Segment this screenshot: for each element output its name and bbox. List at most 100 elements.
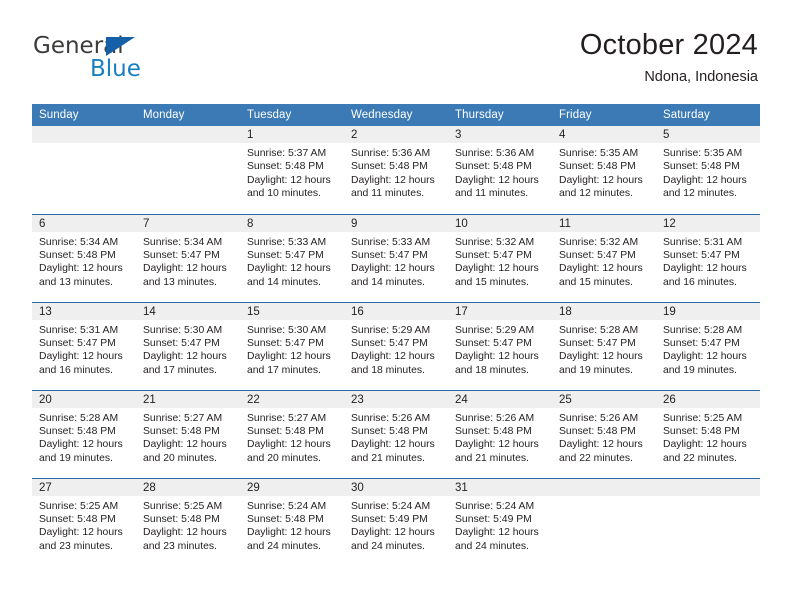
sunset-time: Sunset: 5:48 PM <box>247 513 324 525</box>
calendar-day-cell[interactable]: 27 Sunrise: 5:25 AM Sunset: 5:48 PM Dayligh… <box>32 477 136 566</box>
day-details: Sunrise: 5:27 AM Sunset: 5:48 PM Daylight:… <box>240 408 344 466</box>
calendar-day-cell[interactable]: 29 Sunrise: 5:24 AM Sunset: 5:48 PM Dayligh… <box>240 477 344 566</box>
daylight-duration-line2: and 13 minutes. <box>143 276 217 288</box>
sunrise-time: Sunrise: 5:37 AM <box>247 148 327 159</box>
daylight-duration-line1: Daylight: 12 hours <box>351 263 435 275</box>
daylight-duration-line2: and 17 minutes. <box>247 364 321 376</box>
calendar-week-row: 27 Sunrise: 5:25 AM Sunset: 5:48 PM Dayligh… <box>32 477 760 566</box>
daylight-duration-line1: Daylight: 12 hours <box>559 351 643 363</box>
calendar-day-cell[interactable]: 20 Sunrise: 5:28 AM Sunset: 5:48 PM Dayligh… <box>32 389 136 478</box>
calendar-day-cell[interactable]: 19 Sunrise: 5:28 AM Sunset: 5:47 PM Dayligh… <box>656 301 760 390</box>
day-number: 31 <box>448 478 552 496</box>
sunset-time: Sunset: 5:48 PM <box>351 425 428 437</box>
page-header: General Blue October 2024 Ndona, Indones… <box>0 0 792 104</box>
day-details: Sunrise: 5:34 AM Sunset: 5:48 PM Daylight:… <box>32 232 136 290</box>
day-number: 25 <box>552 390 656 408</box>
weekday-header-tuesday: Tuesday <box>240 104 344 126</box>
day-details: Sunrise: 5:29 AM Sunset: 5:47 PM Daylight:… <box>344 320 448 378</box>
calendar-day-cell[interactable]: 13 Sunrise: 5:31 AM Sunset: 5:47 PM Dayligh… <box>32 301 136 390</box>
sunrise-time: Sunrise: 5:28 AM <box>559 324 639 336</box>
sunset-time: Sunset: 5:48 PM <box>559 425 636 437</box>
day-number: 30 <box>344 478 448 496</box>
daylight-duration-line1: Daylight: 12 hours <box>247 527 331 539</box>
calendar-day-cell[interactable]: 2 Sunrise: 5:36 AM Sunset: 5:48 PM Daylight… <box>344 126 448 214</box>
daylight-duration-line2: and 24 minutes. <box>247 540 321 552</box>
calendar-day-cell[interactable]: 10 Sunrise: 5:32 AM Sunset: 5:47 PM Dayligh… <box>448 213 552 302</box>
daylight-duration-line1: Daylight: 12 hours <box>143 527 227 539</box>
title-block: October 2024 Ndona, Indonesia <box>580 28 758 86</box>
calendar-day-cell[interactable]: 17 Sunrise: 5:29 AM Sunset: 5:47 PM Dayligh… <box>448 301 552 390</box>
calendar-day-cell[interactable]: 6 Sunrise: 5:34 AM Sunset: 5:48 PM Daylight… <box>32 213 136 302</box>
daylight-duration-line2: and 16 minutes. <box>663 276 737 288</box>
calendar-day-cell[interactable]: 31 Sunrise: 5:24 AM Sunset: 5:49 PM Dayligh… <box>448 477 552 566</box>
calendar-day-cell[interactable]: 22 Sunrise: 5:27 AM Sunset: 5:48 PM Dayligh… <box>240 389 344 478</box>
calendar-day-cell[interactable]: 9 Sunrise: 5:33 AM Sunset: 5:47 PM Daylight… <box>344 213 448 302</box>
weekday-header-monday: Monday <box>136 104 240 126</box>
day-number: 1 <box>240 126 344 143</box>
day-details <box>136 143 240 147</box>
day-number: 2 <box>344 126 448 143</box>
sunrise-time: Sunrise: 5:32 AM <box>559 236 639 248</box>
day-number: 12 <box>656 214 760 232</box>
calendar-day-cell[interactable]: 1 Sunrise: 5:37 AM Sunset: 5:48 PM Daylight… <box>240 126 344 214</box>
calendar-day-cell[interactable]: 28 Sunrise: 5:25 AM Sunset: 5:48 PM Dayligh… <box>136 477 240 566</box>
calendar-day-cell[interactable]: 30 Sunrise: 5:24 AM Sunset: 5:49 PM Dayligh… <box>344 477 448 566</box>
calendar-day-cell[interactable]: 12 Sunrise: 5:31 AM Sunset: 5:47 PM Dayligh… <box>656 213 760 302</box>
day-number <box>32 126 136 143</box>
daylight-duration-line1: Daylight: 12 hours <box>39 527 123 539</box>
day-details: Sunrise: 5:28 AM Sunset: 5:47 PM Daylight:… <box>552 320 656 378</box>
calendar-day-cell[interactable]: 5 Sunrise: 5:35 AM Sunset: 5:48 PM Daylight… <box>656 126 760 214</box>
sunset-time: Sunset: 5:47 PM <box>247 249 324 261</box>
daylight-duration-line1: Daylight: 12 hours <box>559 263 643 275</box>
sunset-time: Sunset: 5:47 PM <box>559 249 636 261</box>
calendar-day-cell[interactable]: 25 Sunrise: 5:26 AM Sunset: 5:48 PM Dayligh… <box>552 389 656 478</box>
calendar-week-row: 6 Sunrise: 5:34 AM Sunset: 5:48 PM Daylight… <box>32 213 760 302</box>
calendar-day-cell[interactable]: 24 Sunrise: 5:26 AM Sunset: 5:48 PM Dayligh… <box>448 389 552 478</box>
calendar-day-cell[interactable]: 7 Sunrise: 5:34 AM Sunset: 5:47 PM Daylight… <box>136 213 240 302</box>
sunset-time: Sunset: 5:47 PM <box>143 337 220 349</box>
sunset-time: Sunset: 5:48 PM <box>39 513 116 525</box>
calendar-day-cell[interactable]: 16 Sunrise: 5:29 AM Sunset: 5:47 PM Dayligh… <box>344 301 448 390</box>
day-number: 18 <box>552 302 656 320</box>
day-details: Sunrise: 5:31 AM Sunset: 5:47 PM Daylight:… <box>656 232 760 290</box>
day-number <box>136 126 240 143</box>
day-details: Sunrise: 5:25 AM Sunset: 5:48 PM Daylight:… <box>32 496 136 554</box>
calendar-day-cell[interactable]: 15 Sunrise: 5:30 AM Sunset: 5:47 PM Dayligh… <box>240 301 344 390</box>
weekday-header-wednesday: Wednesday <box>344 104 448 126</box>
sunset-time: Sunset: 5:48 PM <box>663 161 740 173</box>
daylight-duration-line2: and 21 minutes. <box>455 452 529 464</box>
sunrise-time: Sunrise: 5:25 AM <box>143 500 223 512</box>
sunrise-time: Sunrise: 5:24 AM <box>351 500 431 512</box>
calendar-day-cell[interactable]: 18 Sunrise: 5:28 AM Sunset: 5:47 PM Dayligh… <box>552 301 656 390</box>
sunrise-time: Sunrise: 5:28 AM <box>39 412 119 424</box>
daylight-duration-line1: Daylight: 12 hours <box>663 439 747 451</box>
calendar-day-cell[interactable]: 21 Sunrise: 5:27 AM Sunset: 5:48 PM Dayligh… <box>136 389 240 478</box>
day-details: Sunrise: 5:36 AM Sunset: 5:48 PM Daylight:… <box>344 143 448 201</box>
sunrise-time: Sunrise: 5:25 AM <box>39 500 119 512</box>
daylight-duration-line1: Daylight: 12 hours <box>663 263 747 275</box>
calendar-day-cell[interactable]: 14 Sunrise: 5:30 AM Sunset: 5:47 PM Dayligh… <box>136 301 240 390</box>
sunrise-time: Sunrise: 5:24 AM <box>247 500 327 512</box>
day-details <box>552 496 656 500</box>
day-details <box>32 143 136 147</box>
day-number: 23 <box>344 390 448 408</box>
calendar-day-cell[interactable]: 11 Sunrise: 5:32 AM Sunset: 5:47 PM Dayligh… <box>552 213 656 302</box>
calendar-day-cell[interactable]: 26 Sunrise: 5:25 AM Sunset: 5:48 PM Dayligh… <box>656 389 760 478</box>
calendar-day-cell[interactable]: 23 Sunrise: 5:26 AM Sunset: 5:48 PM Dayligh… <box>344 389 448 478</box>
daylight-duration-line2: and 19 minutes. <box>663 364 737 376</box>
sunrise-time: Sunrise: 5:30 AM <box>143 324 223 336</box>
sunset-time: Sunset: 5:47 PM <box>351 249 428 261</box>
sunrise-time: Sunrise: 5:34 AM <box>39 236 119 248</box>
calendar-day-cell[interactable]: 8 Sunrise: 5:33 AM Sunset: 5:47 PM Daylight… <box>240 213 344 302</box>
calendar-week-row: 1 Sunrise: 5:37 AM Sunset: 5:48 PM Daylight… <box>32 126 760 214</box>
day-number: 21 <box>136 390 240 408</box>
sunrise-time: Sunrise: 5:31 AM <box>39 324 119 336</box>
day-number: 7 <box>136 214 240 232</box>
daylight-duration-line2: and 24 minutes. <box>351 540 425 552</box>
daylight-duration-line1: Daylight: 12 hours <box>455 174 539 186</box>
sunset-time: Sunset: 5:47 PM <box>247 337 324 349</box>
calendar-day-cell[interactable]: 3 Sunrise: 5:36 AM Sunset: 5:48 PM Daylight… <box>448 126 552 214</box>
calendar-day-cell[interactable]: 4 Sunrise: 5:35 AM Sunset: 5:48 PM Daylight… <box>552 126 656 214</box>
day-number <box>656 478 760 496</box>
sunset-time: Sunset: 5:48 PM <box>143 513 220 525</box>
